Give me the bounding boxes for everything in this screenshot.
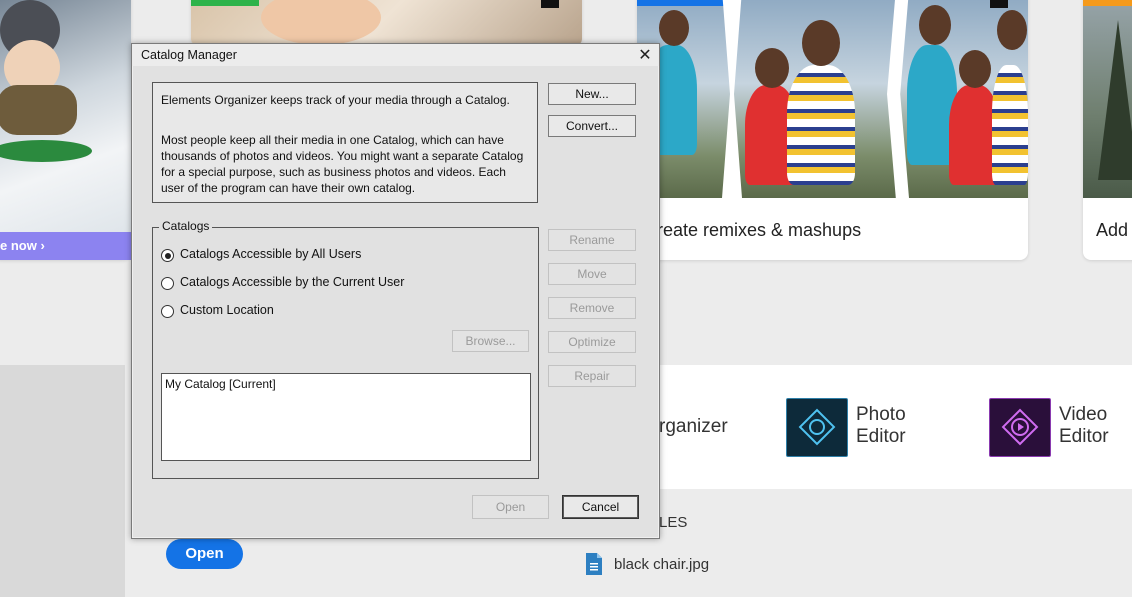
info-box: Elements Organizer keeps track of your m… xyxy=(152,82,538,203)
file-icon xyxy=(584,552,604,576)
radio-button[interactable] xyxy=(161,277,174,290)
add-card-title: Add xyxy=(1096,220,1129,240)
close-icon[interactable]: ✕ xyxy=(635,45,655,65)
open-button[interactable]: Open xyxy=(472,495,549,519)
remove-button[interactable]: Remove xyxy=(548,297,636,319)
video-editor-icon[interactable] xyxy=(989,398,1051,457)
cancel-button[interactable]: Cancel xyxy=(562,495,639,519)
photo-editor-icon[interactable] xyxy=(786,398,848,457)
promo-link[interactable]: e now › xyxy=(0,232,131,260)
organizer-label[interactable]: rganizer xyxy=(659,416,728,438)
convert-button[interactable]: Convert... xyxy=(548,115,636,137)
rename-button[interactable]: Rename xyxy=(548,229,636,251)
dialog-titlebar[interactable]: Catalog Manager ✕ xyxy=(132,44,659,66)
radio-label: Catalogs Accessible by All Users xyxy=(180,247,362,261)
promo-image xyxy=(0,0,131,233)
browse-button[interactable]: Browse... xyxy=(452,330,529,352)
add-card-image xyxy=(1083,0,1132,198)
open-file-button[interactable]: Open xyxy=(166,539,243,569)
info-paragraph-1: Elements Organizer keeps track of your m… xyxy=(161,93,510,107)
remix-image xyxy=(637,0,1028,198)
video-editor-label[interactable]: Video Editor xyxy=(1059,404,1109,448)
radio-label: Catalogs Accessible by the Current User xyxy=(180,275,405,289)
photo-editor-label[interactable]: Photo Editor xyxy=(856,404,906,448)
list-item[interactable]: My Catalog [Current] xyxy=(165,377,276,391)
dialog-title: Catalog Manager xyxy=(141,48,237,62)
catalog-list[interactable]: My Catalog [Current] xyxy=(161,373,531,461)
left-panel xyxy=(0,365,125,597)
dialog-body: Elements Organizer keeps track of your m… xyxy=(133,66,658,537)
new-button[interactable]: New... xyxy=(548,83,636,105)
remix-card[interactable]: reate remixes & mashups xyxy=(637,0,1028,260)
radio-button[interactable] xyxy=(161,305,174,318)
promo-card[interactable] xyxy=(0,0,131,260)
files-heading: LES xyxy=(659,514,688,531)
repair-button[interactable]: Repair xyxy=(548,365,636,387)
recent-file-name[interactable]: black chair.jpg xyxy=(614,556,709,573)
catalog-manager-dialog: Catalog Manager ✕ Elements Organizer kee… xyxy=(131,43,660,539)
feature-image-2 xyxy=(191,0,582,45)
catalogs-legend: Catalogs xyxy=(159,219,213,233)
remix-card-title: reate remixes & mashups xyxy=(657,220,862,240)
move-button[interactable]: Move xyxy=(548,263,636,285)
radio-button[interactable] xyxy=(161,249,174,262)
radio-label: Custom Location xyxy=(180,303,274,317)
add-card[interactable]: Add xyxy=(1083,0,1132,260)
optimize-button[interactable]: Optimize xyxy=(548,331,636,353)
catalogs-group: Catalogs Catalogs Accessible by All User… xyxy=(152,219,539,479)
info-paragraph-2: Most people keep all their media in one … xyxy=(161,133,524,195)
feature-card-2[interactable] xyxy=(191,0,582,45)
